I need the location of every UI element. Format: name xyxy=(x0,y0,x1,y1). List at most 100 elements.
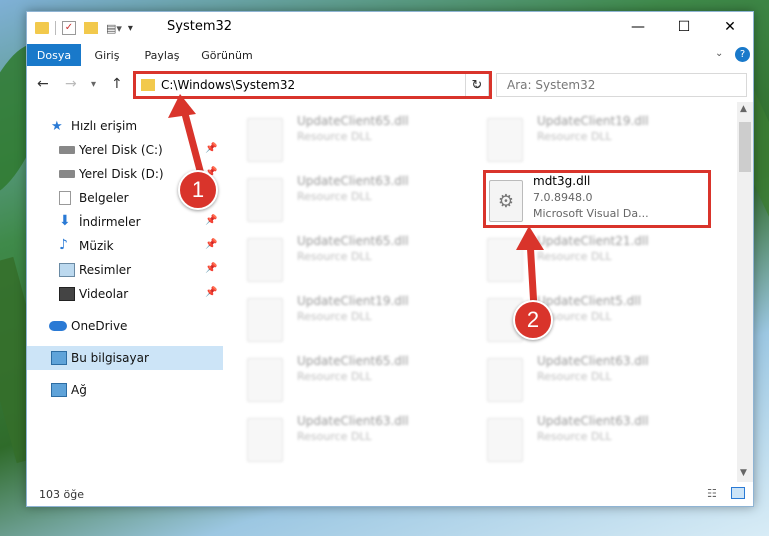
sidebar-item-pictures[interactable]: Resimler 📌 xyxy=(27,258,223,282)
dll-file-icon xyxy=(487,418,523,462)
sidebar-item-quick-access[interactable]: ★ Hızlı erişim xyxy=(27,114,223,138)
sidebar-item-downloads[interactable]: ⬇ İndirmeler 📌 xyxy=(27,210,223,234)
sidebar-item-music[interactable]: ♪ Müzik 📌 xyxy=(27,234,223,258)
dll-file-icon xyxy=(487,118,523,162)
recent-locations-button[interactable]: ▾ xyxy=(91,79,96,90)
new-folder-icon[interactable] xyxy=(84,22,98,34)
customize-icon[interactable]: ▤▾ xyxy=(106,22,122,35)
pin-icon[interactable]: 📌 xyxy=(205,263,217,274)
pin-icon[interactable]: 📌 xyxy=(205,239,217,250)
dll-file-icon xyxy=(487,358,523,402)
file-type: Resource DLL xyxy=(297,370,372,383)
list-item[interactable]: UpdateClient19.dll Resource DLL xyxy=(487,114,717,172)
list-item[interactable]: UpdateClient65.dll Resource DLL xyxy=(247,234,477,292)
file-type: Resource DLL xyxy=(297,130,372,143)
dll-file-icon xyxy=(247,298,283,342)
step-1-badge: 1 xyxy=(178,170,218,210)
sidebar-item-label: Bu bilgisayar xyxy=(71,351,149,365)
cloud-icon xyxy=(49,321,67,331)
sidebar-item-videos[interactable]: Videolar 📌 xyxy=(27,282,223,306)
download-icon: ⬇ xyxy=(59,213,71,229)
dll-file-icon xyxy=(247,238,283,282)
file-highlight-box xyxy=(483,170,711,228)
file-name: UpdateClient21.dll xyxy=(537,234,649,248)
sidebar-item-onedrive[interactable]: OneDrive xyxy=(27,314,223,338)
drive-icon xyxy=(59,170,75,178)
sidebar-item-network[interactable]: Ağ xyxy=(27,378,223,402)
file-type: Resource DLL xyxy=(297,190,372,203)
sidebar-item-label: Belgeler xyxy=(79,191,129,205)
sidebar-item-label: Yerel Disk (C:) xyxy=(79,143,163,157)
scroll-up-icon[interactable]: ▲ xyxy=(740,104,747,114)
documents-icon xyxy=(59,191,71,205)
tab-home[interactable]: Giriş xyxy=(87,44,127,66)
file-type: Resource DLL xyxy=(537,130,612,143)
sidebar-item-label: Resimler xyxy=(79,263,132,277)
pin-icon[interactable]: 📌 xyxy=(205,287,217,298)
file-type: Resource DLL xyxy=(537,430,612,443)
list-item[interactable]: UpdateClient63.dll Resource DLL xyxy=(487,414,717,472)
vertical-scrollbar[interactable]: ▲ ▼ xyxy=(737,102,753,482)
large-icons-view-icon[interactable] xyxy=(731,487,745,499)
file-name: UpdateClient65.dll xyxy=(297,354,409,368)
explorer-window: ✓ ▤▾ ▾ System32 — ☐ ✕ Dosya Giriş Paylaş… xyxy=(26,11,754,507)
tab-file[interactable]: Dosya xyxy=(27,44,81,66)
title-bar: ✓ ▤▾ ▾ System32 — ☐ ✕ xyxy=(27,12,753,44)
pictures-icon xyxy=(59,263,75,277)
tab-view[interactable]: Görünüm xyxy=(197,44,257,66)
network-icon xyxy=(51,383,67,397)
maximize-button[interactable]: ☐ xyxy=(661,12,707,42)
scroll-down-icon[interactable]: ▼ xyxy=(740,468,747,478)
properties-icon[interactable]: ✓ xyxy=(62,21,76,35)
minimize-button[interactable]: — xyxy=(615,12,661,42)
forward-button[interactable]: → xyxy=(65,76,77,92)
file-name: UpdateClient63.dll xyxy=(537,354,649,368)
item-count: 103 öğe xyxy=(39,488,84,501)
ribbon-expand-icon[interactable]: ⌄ xyxy=(715,48,723,59)
window-title: System32 xyxy=(167,19,233,34)
drive-icon xyxy=(59,146,75,154)
list-item[interactable]: UpdateClient65.dll Resource DLL xyxy=(247,354,477,412)
search-placeholder: Ara: System32 xyxy=(507,78,596,92)
file-name: UpdateClient63.dll xyxy=(297,414,409,428)
list-item[interactable]: UpdateClient63.dll Resource DLL xyxy=(247,414,477,472)
details-view-icon[interactable]: ☷ xyxy=(707,487,717,500)
pin-icon[interactable]: 📌 xyxy=(205,215,217,226)
chevron-down-icon[interactable]: ▾ xyxy=(128,23,133,34)
status-bar: 103 öğe ☷ xyxy=(27,484,753,506)
sidebar-item-label: Yerel Disk (D:) xyxy=(79,167,164,181)
scrollbar-thumb[interactable] xyxy=(739,122,751,172)
music-icon: ♪ xyxy=(59,237,68,253)
dll-file-icon xyxy=(247,358,283,402)
dll-file-icon xyxy=(487,238,523,282)
file-type: Resource DLL xyxy=(537,370,612,383)
sidebar-item-label: Müzik xyxy=(79,239,114,253)
dll-file-icon xyxy=(247,418,283,462)
close-button[interactable]: ✕ xyxy=(707,12,753,42)
quick-access-toolbar: ✓ ▤▾ ▾ xyxy=(35,19,133,37)
up-button[interactable]: ↑ xyxy=(111,76,123,92)
list-item[interactable]: UpdateClient63.dll Resource DLL xyxy=(487,354,717,412)
ribbon-tabs: Dosya Giriş Paylaş Görünüm ⌄ ? xyxy=(27,44,753,66)
file-type: Resource DLL xyxy=(297,430,372,443)
star-icon: ★ xyxy=(51,119,63,134)
divider xyxy=(55,21,56,35)
sidebar-item-label: Videolar xyxy=(79,287,129,301)
address-highlight-box xyxy=(133,71,492,99)
list-item[interactable]: UpdateClient19.dll Resource DLL xyxy=(247,294,477,352)
search-input[interactable]: Ara: System32 xyxy=(496,73,747,97)
back-button[interactable]: ← xyxy=(37,76,49,92)
pin-icon[interactable]: 📌 xyxy=(205,143,217,154)
file-name: UpdateClient63.dll xyxy=(297,174,409,188)
file-name: UpdateClient19.dll xyxy=(297,294,409,308)
sidebar-item-this-pc[interactable]: Bu bilgisayar xyxy=(27,346,223,370)
file-name: UpdateClient65.dll xyxy=(297,234,409,248)
list-item[interactable]: UpdateClient63.dll Resource DLL xyxy=(247,174,477,232)
sidebar-item-disk-c[interactable]: Yerel Disk (C:) 📌 xyxy=(27,138,223,162)
list-item[interactable]: UpdateClient65.dll Resource DLL xyxy=(247,114,477,172)
file-name: UpdateClient19.dll xyxy=(537,114,649,128)
list-item[interactable]: UpdateClient21.dll Resource DLL xyxy=(487,234,717,292)
tab-share[interactable]: Paylaş xyxy=(137,44,187,66)
help-icon[interactable]: ? xyxy=(735,47,750,62)
sidebar-item-label: OneDrive xyxy=(71,319,128,333)
